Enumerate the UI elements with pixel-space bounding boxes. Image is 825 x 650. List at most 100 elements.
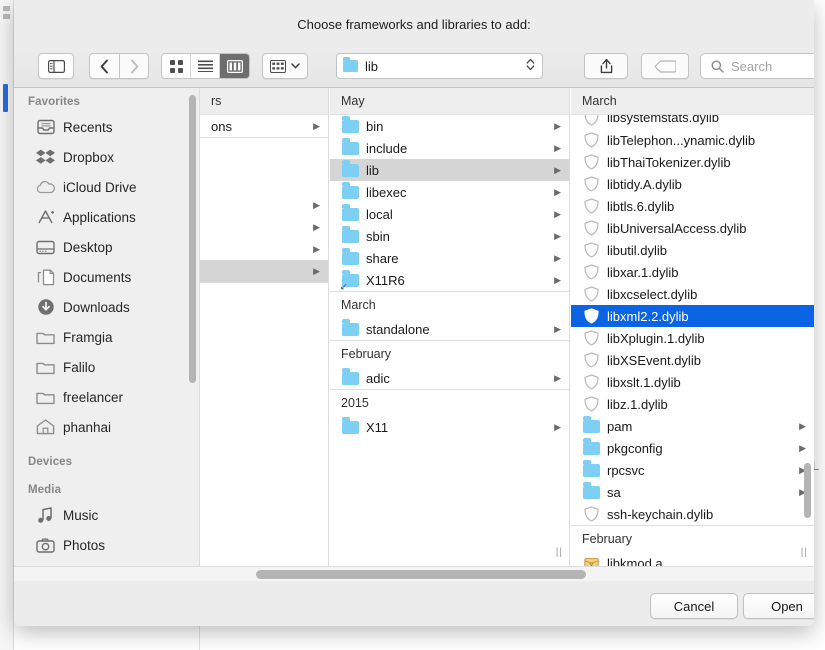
list-item-label: ons bbox=[211, 118, 232, 134]
arrange-button[interactable] bbox=[262, 53, 308, 79]
list-item[interactable]: libUniversalAccess.dylib bbox=[571, 217, 814, 239]
sidebar-item-desktop[interactable]: Desktop bbox=[14, 232, 199, 262]
background-selection-indicator bbox=[3, 84, 8, 112]
column-view-button[interactable] bbox=[220, 54, 249, 78]
disclosure-arrow-icon: ▶ bbox=[554, 142, 561, 153]
column-partial: rs ons ▶ ▶ ▶ ▶ ▶ bbox=[200, 88, 329, 566]
group-header-february: February bbox=[330, 341, 569, 367]
list-item[interactable]: libxar.1.dylib bbox=[571, 261, 814, 283]
horizontal-scrollbar-track[interactable] bbox=[14, 566, 814, 581]
sidebar-item-label: Downloads bbox=[63, 299, 130, 315]
list-item[interactable]: local ▶ bbox=[330, 203, 569, 225]
list-item-clipped[interactable]: libsystemstats.dylib bbox=[571, 115, 814, 129]
list-item-selected-libxml2[interactable]: libxml2.2.dylib bbox=[571, 305, 814, 327]
list-item[interactable]: adic ▶ bbox=[330, 367, 569, 389]
sidebar-item-label: iCloud Drive bbox=[63, 179, 137, 195]
disclosure-arrow-icon: ▶ bbox=[313, 120, 320, 131]
sidebar-item-falilo[interactable]: Falilo bbox=[14, 352, 199, 382]
list-item[interactable]: libxcselect.dylib bbox=[571, 283, 814, 305]
list-item-label: libXSEvent.dylib bbox=[607, 352, 701, 368]
list-item-label: libXplugin.1.dylib bbox=[607, 330, 705, 346]
back-button[interactable] bbox=[89, 53, 119, 79]
column-resize-grip[interactable]: || bbox=[801, 547, 808, 558]
list-item[interactable]: share ▶ bbox=[330, 247, 569, 269]
list-item[interactable]: ons ▶ bbox=[200, 115, 328, 137]
list-item[interactable]: sa ▶ bbox=[571, 481, 814, 503]
list-item[interactable]: sbin ▶ bbox=[330, 225, 569, 247]
icon-view-button[interactable] bbox=[162, 54, 191, 78]
list-item[interactable]: ▶ bbox=[200, 238, 328, 260]
list-item[interactable]: X11R6 ▶ bbox=[330, 269, 569, 291]
list-item[interactable]: X11 ▶ bbox=[330, 416, 569, 438]
list-item[interactable]: standalone ▶ bbox=[330, 318, 569, 340]
disclosure-arrow-icon: ▶ bbox=[313, 243, 320, 254]
sidebar-item-applications[interactable]: Applications bbox=[14, 202, 199, 232]
list-item[interactable]: libxslt.1.dylib bbox=[571, 371, 814, 393]
list-item[interactable]: libXSEvent.dylib bbox=[571, 349, 814, 371]
disclosure-arrow-icon: ▶ bbox=[554, 120, 561, 131]
list-view-button[interactable] bbox=[191, 54, 220, 78]
sidebar-item-documents[interactable]: Documents bbox=[14, 262, 199, 292]
column-resize-grip[interactable]: || bbox=[556, 547, 563, 558]
sidebar-item-freelancer[interactable]: freelancer bbox=[14, 382, 199, 412]
tag-button[interactable] bbox=[641, 53, 689, 79]
list-item[interactable]: libz.1.dylib bbox=[571, 393, 814, 415]
list-item-selected-lib[interactable]: lib ▶ bbox=[330, 159, 569, 181]
disclosure-arrow-icon: ▶ bbox=[554, 164, 561, 175]
sidebar-item-framgia[interactable]: Framgia bbox=[14, 322, 199, 352]
list-item-label: lib bbox=[366, 162, 380, 178]
horizontal-scrollbar-thumb[interactable] bbox=[256, 570, 586, 579]
sidebar-item-recents[interactable]: Recents bbox=[14, 112, 199, 142]
list-item[interactable]: pam ▶ bbox=[571, 415, 814, 437]
path-popup-button[interactable]: lib bbox=[336, 53, 543, 79]
group-header-march: March bbox=[571, 88, 814, 115]
dylib-icon bbox=[582, 264, 600, 280]
list-item[interactable]: X libkmod.a bbox=[571, 552, 814, 566]
list-item-label: libxml2.2.dylib bbox=[607, 308, 689, 324]
list-item[interactable]: libTelephon...ynamic.dylib bbox=[571, 129, 814, 151]
list-item[interactable]: ▶ bbox=[200, 216, 328, 238]
dylib-icon bbox=[582, 242, 600, 258]
list-item[interactable]: include ▶ bbox=[330, 137, 569, 159]
list-item[interactable]: libtls.6.dylib bbox=[571, 195, 814, 217]
sidebar-item-photos[interactable]: Photos bbox=[14, 530, 199, 560]
list-item[interactable]: libexec ▶ bbox=[330, 181, 569, 203]
forward-button[interactable] bbox=[119, 53, 149, 79]
sidebar-toggle-icon bbox=[47, 59, 65, 73]
search-input[interactable]: Search bbox=[700, 53, 814, 79]
list-item[interactable]: rpcsvc ▶ bbox=[571, 459, 814, 481]
dylib-icon bbox=[582, 330, 600, 346]
share-button[interactable] bbox=[584, 53, 628, 79]
open-button[interactable]: Open bbox=[743, 593, 814, 619]
list-item-label: libexec bbox=[366, 184, 407, 200]
list-item-label: share bbox=[366, 250, 399, 266]
sidebar-item-label: Applications bbox=[63, 209, 136, 225]
sidebar-item-phanhai[interactable]: phanhai bbox=[14, 412, 199, 442]
disclosure-arrow-icon: ▶ bbox=[799, 420, 806, 431]
sidebar-item-label: Dropbox bbox=[63, 149, 115, 165]
column-usr: May bin ▶ include ▶ lib ▶ libexec ▶ loca… bbox=[330, 88, 570, 566]
list-item[interactable]: libtidy.A.dylib bbox=[571, 173, 814, 195]
list-item[interactable]: ▶ bbox=[200, 194, 328, 216]
sidebar-scrollbar[interactable] bbox=[189, 95, 196, 383]
column-scrollbar[interactable] bbox=[804, 463, 811, 518]
folder-icon bbox=[341, 368, 359, 386]
list-item[interactable]: pkgconfig ▶ bbox=[571, 437, 814, 459]
sidebar-toggle-button[interactable] bbox=[38, 53, 74, 79]
sidebar-item-downloads[interactable]: Downloads bbox=[14, 292, 199, 322]
list-item-selected[interactable]: ▶ bbox=[200, 260, 328, 282]
sidebar-item-dropbox[interactable]: Dropbox bbox=[14, 142, 199, 172]
list-item[interactable]: libutil.dylib bbox=[571, 239, 814, 261]
list-item[interactable]: bin ▶ bbox=[330, 115, 569, 137]
list-item[interactable]: libXplugin.1.dylib bbox=[571, 327, 814, 349]
sidebar-item-icloud-drive[interactable]: iCloud Drive bbox=[14, 172, 199, 202]
sidebar-item-music[interactable]: Music bbox=[14, 500, 199, 530]
list-item[interactable]: libThaiTokenizer.dylib bbox=[571, 151, 814, 173]
archive-icon: X bbox=[582, 555, 600, 566]
list-item[interactable]: ssh-keychain.dylib bbox=[571, 503, 814, 525]
folder-icon bbox=[341, 182, 359, 200]
cancel-button[interactable]: Cancel bbox=[650, 593, 738, 619]
documents-icon bbox=[36, 268, 55, 287]
recents-icon bbox=[36, 118, 55, 137]
list-item-label: libz.1.dylib bbox=[607, 396, 668, 412]
